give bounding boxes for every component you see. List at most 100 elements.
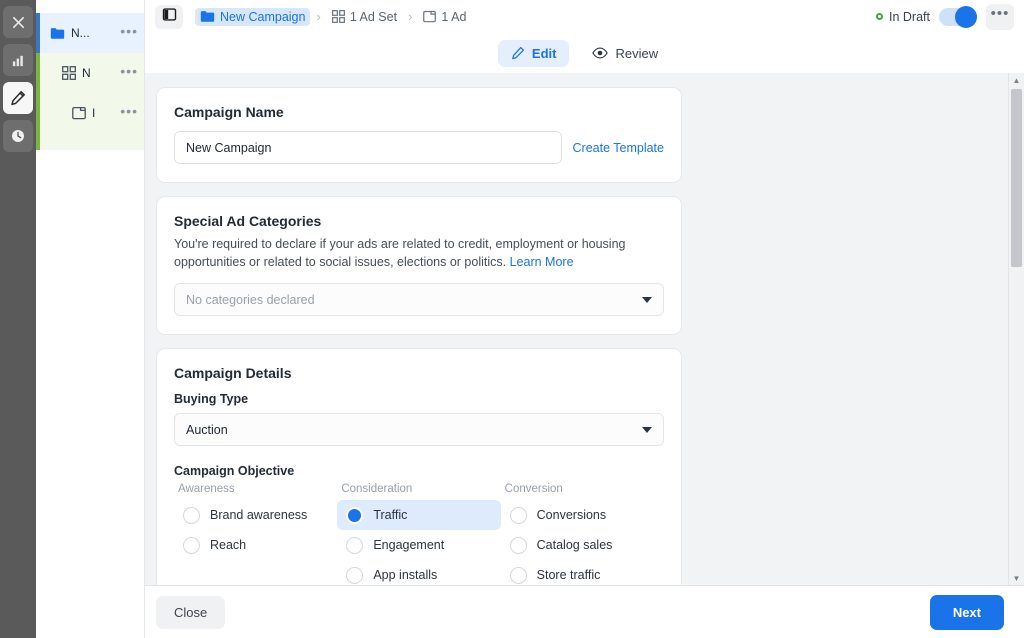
content-scrollbar[interactable]: ▲ ▼	[1008, 73, 1024, 585]
campaign-name-row: New Campaign Create Template	[174, 131, 664, 164]
chevron-down-icon	[642, 297, 652, 303]
tree-item-ad[interactable]: I •••	[36, 93, 144, 133]
scroll-up-arrow-icon[interactable]: ▲	[1009, 73, 1024, 87]
radio-icon	[346, 507, 363, 524]
status-toggle[interactable]	[939, 8, 977, 26]
breadcrumb-item-ad[interactable]: 1 Ad	[418, 8, 471, 26]
tree-item-menu-button[interactable]: •••	[120, 104, 138, 122]
objective-option-brand-awareness[interactable]: Brand awareness	[174, 500, 337, 530]
campaign-name-card: Campaign Name New Campaign Create Templa…	[156, 87, 682, 183]
window-icon	[72, 106, 86, 120]
panel-toggle-button[interactable]	[155, 5, 183, 29]
campaign-details-title: Campaign Details	[174, 365, 664, 381]
create-template-link[interactable]: Create Template	[573, 141, 665, 155]
objective-option-catalog-sales[interactable]: Catalog sales	[501, 530, 664, 560]
breadcrumb-item-adset[interactable]: 1 Ad Set	[327, 8, 402, 26]
radio-icon	[183, 537, 200, 554]
chart-bar-icon	[11, 53, 26, 68]
objective-option-reach[interactable]: Reach	[174, 530, 337, 560]
more-options-button[interactable]: •••	[986, 4, 1014, 30]
objective-option-label: Conversions	[537, 508, 606, 522]
radio-icon	[346, 567, 363, 584]
tab-review[interactable]: Review	[579, 40, 671, 67]
close-button[interactable]: Close	[156, 596, 225, 629]
radio-icon	[510, 567, 527, 584]
tree-item-label: I	[92, 106, 120, 120]
rail-edit-button[interactable]	[3, 82, 33, 114]
objective-option-conversions[interactable]: Conversions	[501, 500, 664, 530]
objective-option-label: Traffic	[373, 508, 407, 522]
panel-left-icon	[162, 7, 177, 27]
campaign-tree-sidebar: N... ••• N •••	[36, 0, 145, 638]
select-value: No categories declared	[186, 293, 315, 307]
main-area: New Campaign › 1 Ad Set ›	[145, 0, 1024, 638]
radio-icon	[510, 537, 527, 554]
campaign-name-input[interactable]: New Campaign	[174, 131, 562, 164]
tree-item-edge	[36, 53, 40, 93]
tree-item-menu-button[interactable]: •••	[120, 24, 138, 42]
special-ad-categories-card: Special Ad Categories You're required to…	[156, 196, 682, 335]
tab-review-label: Review	[615, 46, 658, 61]
scrollbar-thumb[interactable]	[1011, 89, 1022, 267]
objective-option-traffic[interactable]: Traffic	[337, 500, 500, 530]
grid-icon	[332, 10, 345, 23]
status-badge: In Draft	[876, 10, 930, 24]
learn-more-link[interactable]: Learn More	[510, 255, 574, 269]
scroll-down-arrow-icon[interactable]: ▼	[1009, 571, 1024, 585]
tree-item-campaign[interactable]: N... •••	[36, 13, 144, 53]
content-scroll-region: Campaign Name New Campaign Create Templa…	[145, 73, 1024, 585]
tab-edit-label: Edit	[532, 46, 557, 61]
form-column: Campaign Name New Campaign Create Templa…	[145, 73, 1008, 585]
tree-item-label: N	[82, 66, 120, 80]
objective-option-engagement[interactable]: Engagement	[337, 530, 500, 560]
folder-icon	[50, 27, 65, 40]
objective-column-heading: Consideration	[337, 483, 500, 495]
select-value: Auction	[186, 423, 228, 437]
campaign-details-card: Campaign Details Buying Type Auction Cam…	[156, 348, 682, 585]
rail-analytics-button[interactable]	[3, 44, 33, 76]
rail-close-button[interactable]	[3, 6, 33, 38]
breadcrumb-separator: ›	[407, 9, 413, 24]
tree-item-label: N...	[71, 26, 120, 40]
campaign-name-title: Campaign Name	[174, 104, 664, 120]
window-icon	[423, 10, 436, 23]
icon-rail	[0, 0, 36, 638]
breadcrumb-item-label: 1 Ad Set	[350, 10, 397, 24]
objective-option-label: Reach	[210, 538, 246, 552]
objective-column-heading: Awareness	[174, 483, 337, 495]
radio-icon	[183, 507, 200, 524]
pencil-icon	[10, 90, 26, 106]
breadcrumb-separator: ›	[315, 9, 321, 24]
buying-type-select[interactable]: Auction	[174, 413, 664, 446]
next-button[interactable]: Next	[930, 595, 1004, 630]
eye-icon	[592, 46, 608, 60]
footer-bar: Close Next	[145, 585, 1024, 638]
tree-item-adset[interactable]: N •••	[36, 53, 144, 93]
campaign-objective-grid: Awareness Brand awareness Reach C	[174, 483, 664, 585]
objective-option-store-traffic[interactable]: Store traffic	[501, 560, 664, 585]
objective-column-heading: Conversion	[501, 483, 664, 495]
objective-option-app-installs[interactable]: App installs	[337, 560, 500, 585]
tab-edit[interactable]: Edit	[498, 40, 570, 67]
tree-item-edge	[36, 93, 40, 133]
tree-item-menu-button[interactable]: •••	[120, 64, 138, 82]
app-window: N... ••• N •••	[0, 0, 1024, 638]
objective-option-label: Catalog sales	[537, 538, 613, 552]
status-label: In Draft	[889, 10, 930, 24]
special-ad-categories-select[interactable]: No categories declared	[174, 283, 664, 316]
top-bar: New Campaign › 1 Ad Set ›	[145, 0, 1024, 33]
objective-column-consideration: Consideration Traffic Engagement	[337, 483, 500, 585]
rail-history-button[interactable]	[3, 120, 33, 152]
tree-group-filler	[36, 133, 144, 150]
folder-icon	[200, 10, 215, 23]
breadcrumb-item-campaign[interactable]: New Campaign	[195, 8, 310, 26]
mode-tabs: Edit Review	[145, 33, 1024, 73]
chevron-down-icon	[642, 427, 652, 433]
radio-icon	[510, 507, 527, 524]
toggle-knob	[955, 6, 977, 28]
objective-option-label: App installs	[373, 568, 437, 582]
campaign-objective-label: Campaign Objective	[174, 464, 664, 478]
objective-column-conversion: Conversion Conversions Catalog sales	[501, 483, 664, 585]
tree-group-edge	[36, 133, 40, 150]
breadcrumb-item-label: New Campaign	[220, 10, 305, 24]
